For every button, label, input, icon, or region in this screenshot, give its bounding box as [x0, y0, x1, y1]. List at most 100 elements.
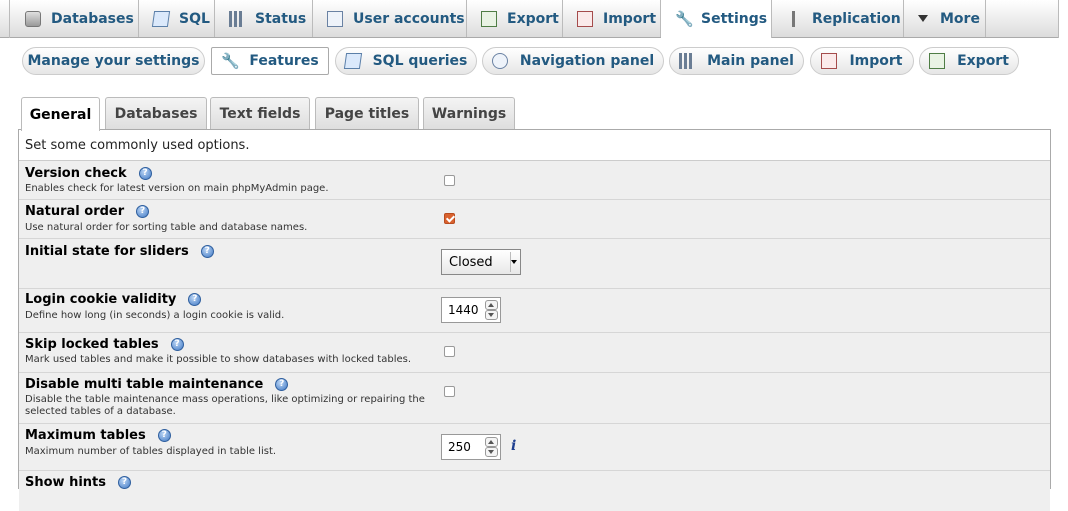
setting-name-text: Maximum tables	[25, 428, 146, 443]
maximum-tables-input[interactable]: 250	[441, 434, 501, 460]
natural-order-checkbox[interactable]	[444, 213, 455, 224]
tab-label: Page titles	[324, 106, 410, 122]
navigation-icon	[491, 53, 508, 69]
submenu-manage-settings[interactable]: Manage your settings	[22, 47, 205, 75]
sql-icon	[343, 53, 362, 69]
tab-page-titles[interactable]: Page titles	[315, 97, 419, 130]
tab-label: Text fields	[219, 106, 301, 122]
setting-row-maximum-tables: Maximum tables ? Maximum number of table…	[19, 424, 1050, 471]
setting-name: Initial state for sliders ?	[25, 244, 214, 259]
chevron-down-icon	[511, 260, 517, 264]
spin-down-icon[interactable]	[485, 447, 498, 457]
top-tab-replication[interactable]: Replication	[772, 0, 904, 37]
settings-submenu: Manage your settings 🔧 Features SQL quer…	[0, 44, 1068, 78]
number-value: 250	[448, 440, 471, 454]
disable-multi-table-maintenance-checkbox[interactable]	[444, 386, 455, 397]
tab-warnings[interactable]: Warnings	[423, 97, 515, 130]
setting-name: Skip locked tables ?	[25, 337, 184, 352]
import-icon	[821, 53, 838, 69]
top-tab-label: Import	[603, 10, 657, 27]
export-icon	[481, 10, 497, 27]
number-value: 1440	[448, 303, 479, 317]
help-icon[interactable]: ?	[275, 378, 289, 391]
submenu-label: SQL queries	[372, 53, 468, 69]
wrench-icon: 🔧	[675, 10, 694, 28]
submenu-label: Import	[849, 53, 903, 69]
setting-name: Show hints ?	[25, 475, 132, 490]
top-tab-settings[interactable]: 🔧 Settings	[661, 0, 772, 38]
replication-icon	[786, 10, 802, 27]
submenu-navigation-panel[interactable]: Navigation panel	[482, 47, 664, 75]
top-tab-label: More	[940, 10, 980, 27]
status-icon	[229, 10, 245, 27]
setting-name: Login cookie validity ?	[25, 292, 202, 307]
setting-name: Version check ?	[25, 166, 152, 181]
setting-description: Disable the table maintenance mass opera…	[25, 394, 425, 417]
setting-description: Define how long (in seconds) a login coo…	[25, 310, 285, 321]
spin-up-icon[interactable]	[485, 300, 498, 310]
submenu-main-panel[interactable]: Main panel	[669, 47, 804, 75]
setting-name-text: Version check	[25, 166, 127, 181]
top-tab-label: User accounts	[353, 10, 465, 27]
user-accounts-icon	[327, 10, 343, 27]
setting-description: Mark used tables and make it possible to…	[25, 354, 412, 365]
setting-row-login-cookie-validity: Login cookie validity ? Define how long …	[19, 289, 1050, 333]
panel-description: Set some commonly used options.	[19, 130, 1050, 161]
setting-name: Disable multi table maintenance ?	[25, 377, 289, 392]
help-icon[interactable]: ?	[188, 293, 202, 306]
submenu-import[interactable]: Import	[810, 47, 914, 75]
top-tab-label: SQL	[179, 10, 210, 27]
top-tab-more[interactable]: More	[904, 0, 986, 37]
help-icon[interactable]: ?	[157, 429, 171, 442]
skip-locked-tables-checkbox[interactable]	[444, 346, 455, 357]
top-tab-sql[interactable]: SQL	[139, 0, 215, 37]
setting-description: Enables check for latest version on main…	[25, 183, 329, 194]
help-icon[interactable]: ?	[136, 205, 150, 218]
export-icon	[929, 53, 946, 69]
top-tab-label: Replication	[812, 10, 901, 27]
setting-name-text: Disable multi table maintenance	[25, 377, 264, 392]
help-icon[interactable]: ?	[200, 245, 214, 258]
select-value: Closed	[449, 254, 493, 270]
menubar-right-edge	[1058, 0, 1068, 38]
top-tab-import[interactable]: Import	[563, 0, 661, 37]
help-icon[interactable]: ?	[138, 167, 152, 180]
setting-name: Natural order ?	[25, 204, 150, 219]
setting-description: Maximum number of tables displayed in ta…	[25, 446, 277, 457]
top-tab-label: Databases	[51, 10, 134, 27]
submenu-label: Manage your settings	[27, 53, 200, 69]
submenu-sql-queries[interactable]: SQL queries	[335, 47, 477, 75]
spin-down-icon[interactable]	[485, 310, 498, 320]
submenu-label: Main panel	[707, 53, 794, 69]
submenu-label: Navigation panel	[519, 53, 655, 69]
top-menubar: Databases SQL Status User accounts Expor…	[0, 0, 1068, 38]
tab-label: Databases	[114, 106, 198, 122]
setting-row-version-check: Version check ? Enables check for latest…	[19, 161, 1050, 200]
top-tab-databases[interactable]: Databases	[11, 0, 139, 37]
main-panel-icon	[679, 53, 696, 69]
setting-name-text: Login cookie validity	[25, 292, 177, 307]
wrench-icon: 🔧	[221, 52, 241, 70]
submenu-export[interactable]: Export	[919, 47, 1019, 75]
setting-row-show-hints: Show hints ?	[19, 471, 1050, 511]
submenu-features[interactable]: 🔧 Features	[211, 47, 329, 75]
setting-name-text: Natural order	[25, 204, 125, 219]
top-tab-user-accounts[interactable]: User accounts	[313, 0, 467, 37]
info-icon[interactable]: i	[511, 438, 516, 454]
setting-row-skip-locked-tables: Skip locked tables ? Mark used tables an…	[19, 333, 1050, 373]
spin-up-icon[interactable]	[485, 437, 498, 447]
database-icon	[25, 10, 41, 27]
top-tab-label: Status	[255, 10, 307, 27]
tab-databases[interactable]: Databases	[105, 97, 207, 130]
submenu-label: Export	[957, 53, 1009, 69]
tab-text-fields[interactable]: Text fields	[210, 97, 310, 130]
help-icon[interactable]: ?	[170, 338, 184, 351]
top-tab-export[interactable]: Export	[467, 0, 563, 37]
initial-state-sliders-select[interactable]: Closed	[441, 249, 521, 275]
top-tab-label: Settings	[701, 11, 768, 27]
version-check-checkbox[interactable]	[444, 175, 455, 186]
help-icon[interactable]: ?	[118, 476, 132, 489]
login-cookie-validity-input[interactable]: 1440	[441, 297, 501, 323]
top-tab-status[interactable]: Status	[215, 0, 313, 37]
tab-general[interactable]: General	[21, 97, 100, 131]
